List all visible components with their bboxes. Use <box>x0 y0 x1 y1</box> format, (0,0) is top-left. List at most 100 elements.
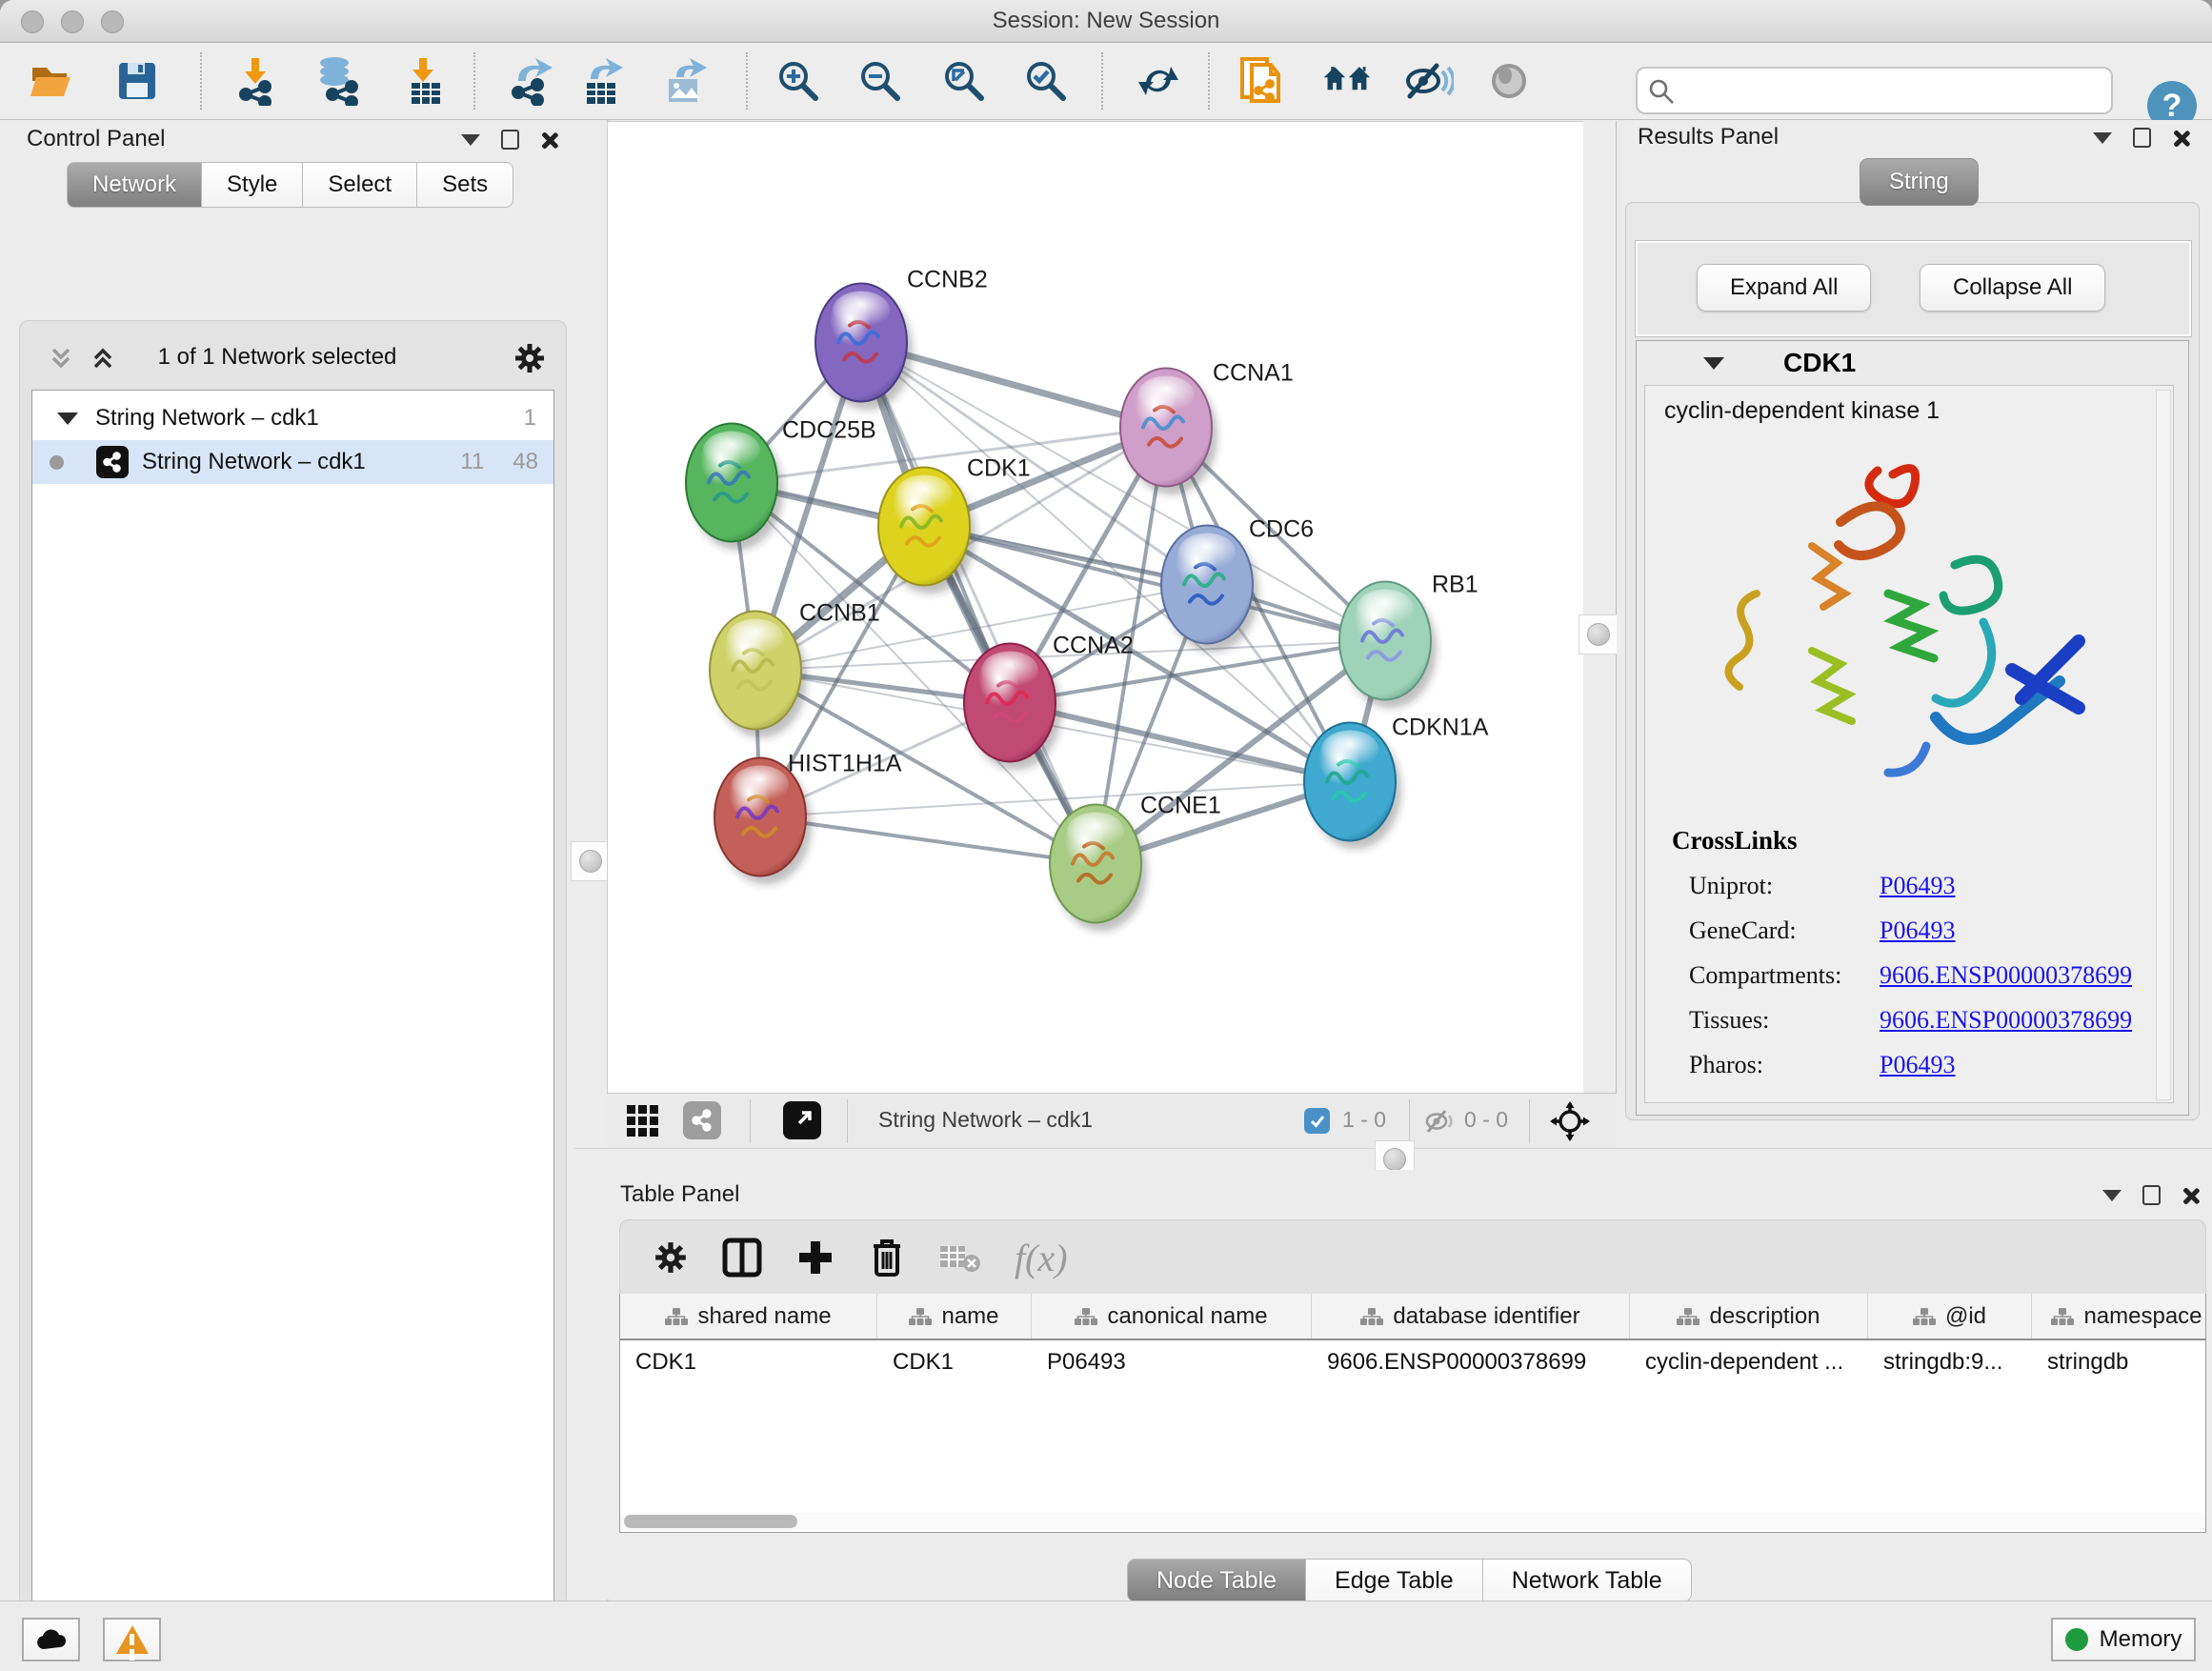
column-header-description[interactable]: description <box>1630 1294 1868 1339</box>
network-graph[interactable]: CCNB2 CCNA1 CDC25BCDK1 CDC6RB1 CCNB1 CCNA2 CDK… <box>608 122 1584 1094</box>
scrollbar-thumb[interactable] <box>624 1515 797 1528</box>
table-cell[interactable]: P06493 <box>1032 1340 1312 1384</box>
home-pair-icon[interactable] <box>1322 56 1372 106</box>
memory-button[interactable]: Memory <box>2051 1618 2196 1661</box>
horizontal-splitter[interactable] <box>574 1148 2212 1171</box>
birds-eye-view-icon[interactable] <box>1550 1101 1590 1141</box>
new-network-icon[interactable] <box>507 56 556 106</box>
table-cell[interactable]: 9606.ENSP00000378699 <box>1312 1340 1630 1384</box>
table-cell[interactable]: cyclin-dependent ... <box>1630 1340 1868 1384</box>
zoom-selected-icon[interactable] <box>1021 56 1071 106</box>
tab-network-table[interactable]: Network Table <box>1483 1559 1692 1602</box>
warning-status-button[interactable] <box>103 1618 161 1661</box>
tab-select[interactable]: Select <box>303 162 417 208</box>
network-node-RB1[interactable]: RB1 <box>1339 572 1478 709</box>
float-panel-icon[interactable] <box>501 130 519 150</box>
network-node-CCNA1[interactable]: CCNA1 <box>1120 360 1294 495</box>
export-image-icon[interactable] <box>661 56 711 106</box>
import-network-icon[interactable] <box>231 56 280 106</box>
vertical-splitter[interactable] <box>574 120 609 1601</box>
open-in-new-icon[interactable] <box>783 1101 821 1139</box>
card-scrollbar[interactable] <box>2156 390 2171 1100</box>
show-panel-icon[interactable] <box>1484 56 1534 106</box>
collapse-panel-icon[interactable] <box>461 134 480 146</box>
table-cell[interactable]: CDK1 <box>620 1340 877 1384</box>
column-header-shared-name[interactable]: shared name <box>620 1294 877 1339</box>
network-edge[interactable] <box>861 343 1096 864</box>
network-node-CDK1[interactable]: CDK1 <box>878 455 1031 594</box>
add-column-icon[interactable] <box>795 1238 835 1278</box>
column-header-name[interactable]: name <box>877 1294 1032 1339</box>
expand-all-icon[interactable] <box>89 344 117 372</box>
open-session-icon[interactable] <box>27 56 76 106</box>
crosslink-link[interactable]: P06493 <box>1880 872 1955 900</box>
network-node-CCNA2[interactable]: CCNA2 <box>964 633 1134 771</box>
splitter-handle[interactable] <box>571 841 611 881</box>
save-session-icon[interactable] <box>112 56 162 106</box>
crosslink-link[interactable]: P06493 <box>1880 1051 1955 1079</box>
network-edge[interactable] <box>924 527 1385 641</box>
collapse-panel-icon[interactable] <box>2102 1190 2122 1201</box>
hide-panel-icon[interactable] <box>1404 56 1454 106</box>
tab-sets[interactable]: Sets <box>417 162 513 208</box>
zoom-in-icon[interactable] <box>774 56 823 106</box>
network-row-selected[interactable]: String Network – cdk1 11 48 <box>32 440 553 484</box>
expand-all-button[interactable]: Expand All <box>1697 264 1871 312</box>
float-panel-icon[interactable] <box>2133 128 2151 148</box>
show-columns-icon[interactable] <box>721 1237 763 1278</box>
import-table-icon[interactable] <box>400 56 450 106</box>
close-panel-icon[interactable] <box>2182 1187 2199 1204</box>
collapse-all-button[interactable]: Collapse All <box>1920 264 2105 312</box>
zoom-out-icon[interactable] <box>855 56 905 106</box>
network-node-CDKN1A[interactable]: CDKN1A <box>1304 715 1489 850</box>
network-canvas[interactable]: CCNB2 CCNA1 CDC25BCDK1 CDC6RB1 CCNB1 CCNA2 CDK… <box>607 121 1585 1095</box>
table-cell[interactable]: stringdb <box>2032 1340 2206 1384</box>
column-header-canonical-name[interactable]: canonical name <box>1032 1294 1312 1339</box>
gene-card-header[interactable]: CDK1 <box>1637 341 2188 385</box>
tab-network[interactable]: Network <box>67 162 202 208</box>
network-node-CDC25B[interactable]: CDC25B <box>686 417 876 551</box>
import-network-from-database-icon[interactable] <box>312 56 362 106</box>
crosslink-link[interactable]: 9606.ENSP00000378699 <box>1880 1006 2132 1035</box>
table-settings-gear-icon[interactable] <box>653 1239 689 1276</box>
tree-expander-icon[interactable] <box>57 413 78 425</box>
tab-style[interactable]: Style <box>202 162 303 208</box>
crosslink-link[interactable]: 9606.ENSP00000378699 <box>1880 961 2132 990</box>
close-panel-icon[interactable] <box>2172 130 2189 147</box>
network-node-CCNB1[interactable]: CCNB1 <box>710 600 880 738</box>
table-cell[interactable]: stringdb:9... <box>1868 1340 2032 1384</box>
float-panel-icon[interactable] <box>2142 1185 2161 1205</box>
network-node-CCNB2[interactable]: CCNB2 <box>815 267 988 411</box>
selected-checkbox-icon[interactable] <box>1304 1108 1330 1134</box>
network-node-CDC6[interactable]: CDC6 <box>1161 516 1314 653</box>
network-node-CCNE1[interactable]: CCNE1 <box>1050 793 1221 932</box>
column-header-namespace[interactable]: namespace <box>2032 1294 2206 1339</box>
tab-edge-table[interactable]: Edge Table <box>1306 1559 1483 1602</box>
collapse-all-icon[interactable] <box>47 344 75 372</box>
zoom-fit-icon[interactable] <box>939 56 989 106</box>
table-horizontal-scrollbar[interactable] <box>620 1513 2205 1530</box>
grid-view-icon[interactable] <box>626 1104 660 1138</box>
refresh-layout-icon[interactable] <box>1134 56 1183 106</box>
network-collection-row[interactable]: String Network – cdk1 1 <box>32 396 553 440</box>
canvas-results-splitter[interactable] <box>1583 121 1618 1093</box>
delete-column-trash-icon[interactable] <box>868 1237 906 1278</box>
network-node-HIST1H1A[interactable]: HIST1H1A <box>714 751 902 885</box>
function-builder-icon[interactable]: f(x) <box>1015 1236 1068 1280</box>
share-view-icon[interactable] <box>683 1101 721 1139</box>
close-panel-icon[interactable] <box>540 131 557 149</box>
copy-network-icon[interactable] <box>1237 56 1286 106</box>
table-cell[interactable]: CDK1 <box>877 1340 1032 1384</box>
table-row[interactable]: CDK1CDK1P064939606.ENSP00000378699cyclin… <box>620 1340 2205 1384</box>
column-header-@id[interactable]: @id <box>1868 1294 2032 1339</box>
splitter-handle[interactable] <box>1579 614 1619 654</box>
column-header-database-identifier[interactable]: database identifier <box>1312 1294 1630 1339</box>
collapse-panel-icon[interactable] <box>2093 132 2112 144</box>
new-table-icon[interactable] <box>577 56 627 106</box>
tab-string[interactable]: String <box>1860 158 1979 206</box>
collapse-entry-icon[interactable] <box>1703 357 1724 370</box>
gear-icon[interactable] <box>513 341 547 375</box>
delete-table-icon[interactable] <box>938 1240 982 1275</box>
cloud-status-button[interactable] <box>22 1618 80 1661</box>
search-input[interactable] <box>1683 70 2097 109</box>
